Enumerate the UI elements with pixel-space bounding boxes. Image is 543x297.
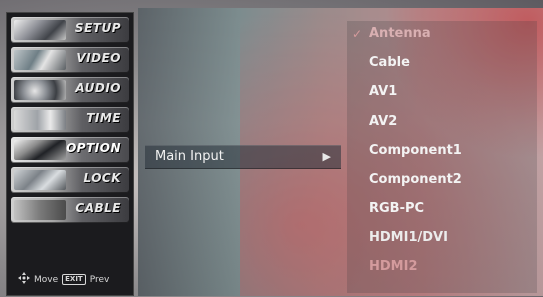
checkmark-icon: ✓ (352, 27, 363, 41)
input-option-av1[interactable]: AV1 (347, 79, 537, 107)
option-label: AV2 (369, 114, 398, 129)
sidebar-item-lock[interactable]: LOCK (11, 167, 129, 193)
option-icon (14, 140, 66, 160)
sidebar-item-time[interactable]: TIME (11, 107, 129, 133)
option-label: Antenna (369, 26, 431, 41)
input-option-component2[interactable]: Component2 (347, 167, 537, 195)
hint-move-label: Move (34, 274, 59, 285)
input-option-av2[interactable]: AV2 (347, 109, 537, 137)
video-icon (14, 50, 66, 70)
input-option-hdmi1-dvi[interactable]: HDMI1/DVI (347, 225, 537, 253)
tv-osd-screen: SETUP VIDEO AUDIO TIME OPTION LOCK CABLE (0, 0, 543, 297)
input-option-cable[interactable]: Cable (347, 50, 537, 78)
main-menu-sidebar: SETUP VIDEO AUDIO TIME OPTION LOCK CABLE (6, 12, 134, 296)
main-input-label: Main Input (155, 149, 224, 164)
option-label: Component1 (369, 143, 462, 158)
move-arrows-icon (18, 272, 30, 287)
option-label: RGB-PC (369, 201, 425, 216)
sidebar-item-label: TIME (86, 111, 121, 125)
input-option-hdmi2[interactable]: HDMI2 (347, 254, 537, 282)
sidebar-item-cable[interactable]: CABLE (11, 197, 129, 223)
sidebar-item-label: LOCK (83, 171, 121, 185)
exit-key-icon: EXIT (62, 274, 86, 285)
input-option-rgb-pc[interactable]: RGB-PC (347, 196, 537, 224)
navigation-hint: Move EXIT Prev (18, 272, 109, 287)
sidebar-item-audio[interactable]: AUDIO (11, 77, 129, 103)
option-label: HDMI2 (369, 259, 418, 274)
chevron-right-icon: ▶ (322, 150, 331, 163)
option-label: HDMI1/DVI (369, 230, 448, 245)
option-label: AV1 (369, 84, 398, 99)
sidebar-item-setup[interactable]: SETUP (11, 17, 129, 43)
sidebar-item-label: CABLE (75, 201, 121, 215)
hint-prev-label: Prev (89, 274, 110, 285)
option-label: Component2 (369, 172, 462, 187)
sidebar-item-label: OPTION (66, 141, 121, 155)
input-option-component1[interactable]: Component1 (347, 138, 537, 166)
sidebar-item-label: SETUP (74, 21, 121, 35)
input-option-antenna[interactable]: ✓ Antenna (347, 21, 537, 49)
audio-icon (14, 80, 66, 100)
sidebar-item-option[interactable]: OPTION (11, 137, 129, 163)
main-input-menu-item[interactable]: Main Input ▶ (145, 145, 341, 169)
cable-icon (14, 200, 66, 220)
sidebar-item-label: AUDIO (75, 81, 121, 95)
time-icon (14, 110, 66, 130)
sidebar-item-video[interactable]: VIDEO (11, 47, 129, 73)
input-source-list: ✓ Antenna Cable AV1 AV2 Component1 Compo… (347, 21, 537, 293)
setup-icon (14, 20, 66, 40)
option-label: Cable (369, 55, 410, 70)
sidebar-item-label: VIDEO (76, 51, 121, 65)
lock-icon (14, 170, 66, 190)
